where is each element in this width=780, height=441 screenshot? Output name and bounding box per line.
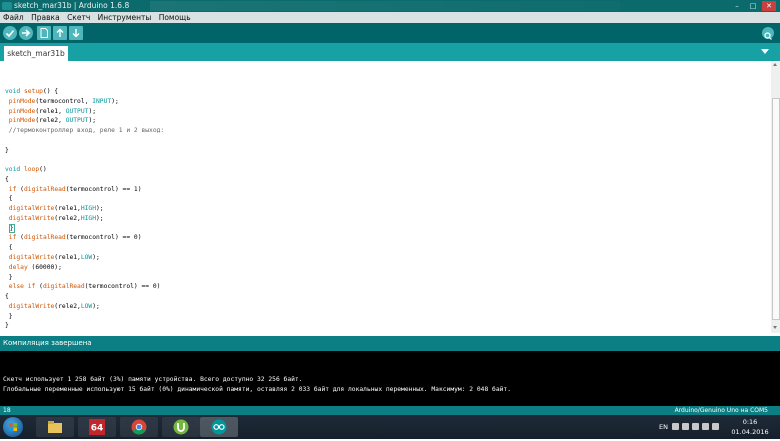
minimize-button[interactable]: – <box>730 1 744 11</box>
code-line-23: digitalWrite(rele2,LOW); <box>8 302 100 310</box>
arduino-icon <box>211 419 227 435</box>
code-line-17: { <box>5 244 13 252</box>
code-line-18: digitalWrite(rele1,LOW); <box>8 254 100 262</box>
code-line-20: } <box>5 273 13 281</box>
code-line-1: void setup() { <box>5 88 59 95</box>
code-line-13: digitalWrite(rele1,HIGH); <box>8 205 104 213</box>
info-bar: 18 Arduino/Genuino Uno на COM5 <box>0 406 780 415</box>
board-port-label: Arduino/Genuino Uno на COM5 <box>674 407 768 414</box>
code-line-16: if (digitalRead(termocontrol) == 0) <box>8 234 142 242</box>
console-line: Глобальные переменные используют 15 байт… <box>3 386 512 393</box>
code-line-10: { <box>5 175 9 183</box>
menu-bar: Файл Правка Скетч Инструменты Помощь <box>0 12 780 23</box>
explorer-icon <box>48 421 62 433</box>
code-line-9: void loop() <box>5 166 47 174</box>
code-line-25: } <box>5 322 9 330</box>
taskbar-utorrent[interactable] <box>162 417 200 437</box>
new-icon <box>40 28 48 38</box>
code-line-2: pinMode(termocontrol, INPUT); <box>8 97 119 105</box>
toolbar <box>0 23 780 43</box>
arduino-app-icon <box>2 2 12 10</box>
clock[interactable]: 0:16 01.04.2016 <box>730 417 770 437</box>
tab-menu-chevron-down-icon[interactable] <box>761 49 769 54</box>
start-button[interactable] <box>3 417 23 437</box>
code-line-15: } <box>8 223 15 233</box>
taskbar-arduino[interactable] <box>200 417 238 437</box>
windows-logo-icon <box>9 423 17 431</box>
menu-help[interactable]: Помощь <box>159 13 191 22</box>
upload-icon <box>22 29 31 37</box>
code-line-4: pinMode(rele2, OUTPUT); <box>8 117 97 125</box>
status-bar: Компиляция завершена <box>0 336 780 351</box>
title-bar: sketch_mar31b | Arduino 1.6.8 – □ ✕ <box>0 0 780 12</box>
save-button[interactable] <box>69 26 83 40</box>
taskbar-explorer[interactable] <box>36 417 74 437</box>
save-icon <box>72 29 80 38</box>
background-window-tabs <box>150 1 620 11</box>
clock-date: 01.04.2016 <box>731 428 769 436</box>
code-line-3: pinMode(rele1, OUTPUT); <box>8 107 97 115</box>
taskbar: 64 EN 0:16 01.04.2016 <box>0 415 780 439</box>
code-line-5: //термоконтроллер вход, реле 1 и 2 выход… <box>5 127 165 135</box>
taskbar-aida64[interactable]: 64 <box>78 417 116 437</box>
scroll-thumb[interactable] <box>772 98 780 320</box>
aida64-badge: 64 <box>91 424 104 434</box>
tray-battery-icon[interactable] <box>702 423 709 430</box>
menu-file[interactable]: Файл <box>3 13 24 22</box>
clock-time: 0:16 <box>742 418 758 426</box>
code-line-22: { <box>5 293 9 301</box>
code-line-12: { <box>5 195 13 203</box>
tray-flag-icon[interactable] <box>682 423 689 430</box>
system-tray: EN 0:16 01.04.2016 <box>596 415 776 439</box>
console-line: Скетч использует 1 258 байт (3%) памяти … <box>3 376 303 383</box>
status-message: Компиляция завершена <box>3 339 92 347</box>
taskbar-chrome[interactable] <box>120 417 158 437</box>
code-editor[interactable]: void setup() { pinMode(termocontrol, INP… <box>0 61 771 333</box>
scroll-down-icon[interactable] <box>773 326 777 329</box>
serial-monitor-button[interactable] <box>762 27 774 40</box>
tray-volume-icon[interactable] <box>712 423 719 430</box>
tray-network-icon[interactable] <box>692 423 699 430</box>
menu-sketch[interactable]: Скетч <box>67 13 90 22</box>
code-lines: void setup() { pinMode(termocontrol, INP… <box>5 87 164 331</box>
code-line-14: digitalWrite(rele2,HIGH); <box>8 214 104 222</box>
verify-icon <box>5 29 15 38</box>
window-title: sketch_mar31b | Arduino 1.6.8 <box>14 1 130 10</box>
tray-expand-icon[interactable] <box>672 423 679 430</box>
verify-button[interactable] <box>3 26 17 40</box>
tab-sketch[interactable]: sketch_mar31b <box>4 46 68 61</box>
line-number: 18 <box>3 407 11 414</box>
chrome-icon <box>131 419 147 435</box>
menu-edit[interactable]: Правка <box>31 13 60 22</box>
serial-monitor-icon <box>764 32 772 40</box>
close-button[interactable]: ✕ <box>762 1 776 11</box>
upload-button[interactable] <box>19 26 33 40</box>
language-indicator[interactable]: EN <box>659 423 668 431</box>
open-button[interactable] <box>53 26 67 40</box>
aida64-icon: 64 <box>89 419 105 435</box>
tray-icons <box>672 423 724 431</box>
code-line-11: if (digitalRead(termocontrol) == 1) <box>8 185 142 193</box>
code-line-19: delay (60000); <box>8 263 62 271</box>
maximize-button[interactable]: □ <box>746 1 760 11</box>
scroll-up-icon[interactable] <box>773 63 777 66</box>
new-button[interactable] <box>37 26 51 40</box>
menu-tools[interactable]: Инструменты <box>98 13 152 22</box>
code-line-7: } <box>5 146 9 154</box>
utorrent-icon <box>173 419 189 435</box>
console-output[interactable]: Скетч использует 1 258 байт (3%) памяти … <box>0 351 780 406</box>
code-line-24: } <box>5 312 13 320</box>
tab-bar: sketch_mar31b <box>0 43 780 61</box>
code-line-21: else if (digitalRead(termocontrol) == 0) <box>8 283 161 291</box>
editor-scrollbar[interactable] <box>771 61 780 333</box>
open-icon <box>56 28 64 37</box>
